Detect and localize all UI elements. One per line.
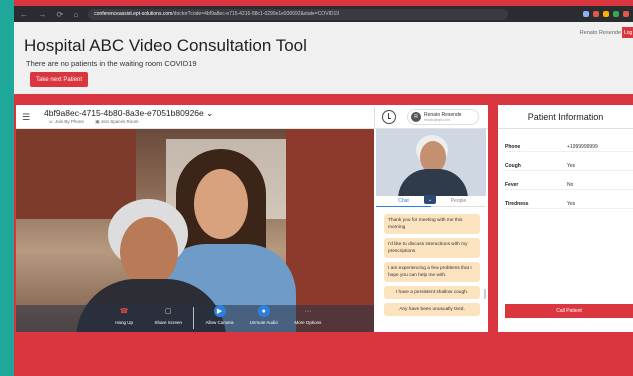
address-bar[interactable]: conferenceassist.ept-solutions.com /doct… — [88, 8, 509, 20]
field-value: Yes — [567, 163, 576, 169]
chat-message: Thank you for meeting with me this morni… — [384, 214, 480, 234]
patient-row-fever: Fever No — [505, 180, 633, 190]
field-value: Yes — [567, 201, 576, 207]
extension-icon[interactable] — [613, 11, 619, 17]
patient-info-panel: Patient Information Phone +1999999999 Co… — [498, 105, 633, 332]
chat-message: I am experiencing a few problems that I … — [384, 262, 480, 282]
patient-row-cough: Cough Yes — [505, 161, 633, 171]
join-spaces-label: Join Spaces Room — [100, 119, 139, 124]
chat-message: I have a persistent shallow cough. — [384, 286, 480, 299]
tab-chat[interactable]: Chat — [376, 196, 431, 207]
chat-message: I'd like to discuss interactions with my… — [384, 238, 480, 258]
main-video-feed: ☎ Hang Up ▢ Share Screen ▶ Allow Camera … — [16, 129, 374, 332]
extension-icons — [583, 11, 629, 17]
url-host: conferenceassist.ept-solutions.com — [94, 11, 173, 17]
self-view-video — [376, 129, 486, 196]
field-label: Tiredness — [505, 201, 529, 207]
more-options-label: More Options — [294, 320, 322, 325]
hang-up-button[interactable]: ☎ Hang Up — [105, 305, 143, 325]
unmute-audio-button[interactable]: ● Unmute Audio — [245, 305, 283, 325]
clock-icon[interactable] — [382, 110, 396, 124]
chat-messages: Thank you for meeting with me this morni… — [384, 214, 480, 320]
page-header: Hospital ABC Video Consultation Tool The… — [14, 22, 633, 94]
join-by-phone-link[interactable]: ☏ Join By Phone — [48, 119, 89, 124]
share-screen-button[interactable]: ▢ Share Screen — [149, 305, 187, 325]
allow-camera-label: Allow Camera — [205, 320, 234, 325]
chevron-down-icon[interactable]: ⌄ — [424, 195, 436, 204]
chat-message: Any have been unusually tired. — [384, 303, 480, 316]
field-label: Fever — [505, 182, 519, 188]
patient-row-phone: Phone +1999999999 — [505, 142, 633, 152]
video-call-window: ☰ 4bf9a8ec-4715-4b80-8a3e-e7051b80926e ⌄… — [16, 105, 488, 332]
tab-people[interactable]: People — [431, 196, 486, 207]
camera-icon: ▶ — [213, 305, 226, 317]
patient-info-title: Patient Information — [498, 105, 633, 129]
current-user-name: Renato Resende — [579, 30, 621, 36]
call-controls: ☎ Hang Up ▢ Share Screen ▶ Allow Camera … — [102, 305, 330, 332]
share-screen-label: Share Screen — [154, 320, 182, 325]
join-options: ☏ Join By Phone ▣ Join Spaces Room — [48, 119, 148, 125]
profile-email: renato@ept.com — [424, 117, 450, 122]
join-spaces-link[interactable]: ▣ Join Spaces Room — [95, 119, 143, 124]
extension-icon[interactable] — [603, 11, 609, 17]
share-screen-icon: ▢ — [164, 308, 172, 315]
call-patient-button[interactable]: Call Patient — [505, 304, 633, 318]
scrollbar[interactable] — [484, 289, 486, 299]
page-title: Hospital ABC Video Consultation Tool — [24, 36, 307, 55]
waiting-room-status: There are no patients in the waiting roo… — [26, 59, 197, 68]
field-label: Phone — [505, 144, 521, 150]
app-frame: ← → ⟳ ⌂ conferenceassist.ept-solutions.c… — [14, 0, 633, 376]
take-next-patient-button[interactable]: Take next Patient — [30, 72, 89, 87]
divider — [374, 107, 375, 127]
join-by-phone-label: Join By Phone — [54, 119, 84, 124]
unmute-audio-label: Unmute Audio — [249, 320, 278, 325]
field-label: Cough — [505, 163, 521, 169]
extension-icon[interactable] — [593, 11, 599, 17]
user-profile-pill[interactable]: R Renato Resende renato@ept.com — [407, 109, 479, 125]
more-options-icon: ··· — [304, 307, 312, 315]
extension-icon[interactable] — [583, 11, 589, 17]
phone-hangup-icon: ☎ — [119, 308, 129, 315]
microphone-icon: ● — [257, 305, 270, 317]
call-side-panel: Chat People ⌄ Thank you for meeting with… — [374, 129, 488, 332]
room-id-dropdown[interactable]: 4bf9a8ec-4715-4b80-8a3e-e7051b80926e ⌄ — [44, 108, 213, 119]
url-path: /doctor?code=4bf9a8ec-e715-4316-88c1-029… — [172, 11, 340, 17]
logout-button[interactable]: Log — [622, 27, 633, 38]
patient-row-tiredness: Tiredness Yes — [505, 199, 633, 209]
extension-icon[interactable] — [623, 11, 629, 17]
call-header: ☰ 4bf9a8ec-4715-4b80-8a3e-e7051b80926e ⌄… — [16, 105, 488, 129]
field-value: +1999999999 — [567, 144, 598, 150]
divider — [193, 307, 195, 329]
more-options-button[interactable]: ··· More Options — [289, 305, 327, 326]
browser-toolbar: ← → ⟳ ⌂ conferenceassist.ept-solutions.c… — [14, 6, 633, 22]
profile-name: Renato Resende — [424, 111, 462, 118]
hang-up-label: Hang Up — [115, 320, 133, 325]
avatar: R — [411, 112, 421, 122]
field-value: No — [567, 182, 574, 188]
menu-icon[interactable]: ☰ — [22, 113, 30, 122]
allow-camera-button[interactable]: ▶ Allow Camera — [201, 305, 239, 325]
side-panel-tabs: Chat People ⌄ — [376, 195, 486, 207]
browser-nav-icons[interactable]: ← → ⟳ ⌂ — [20, 10, 82, 19]
